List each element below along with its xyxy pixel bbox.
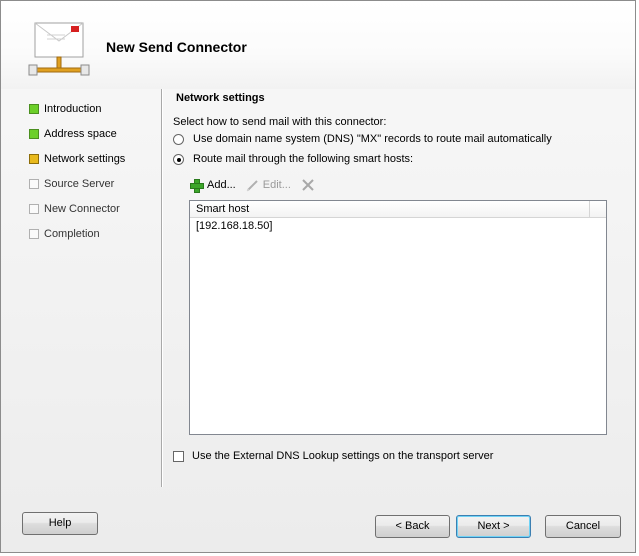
wizard-title: New Send Connector <box>106 39 247 55</box>
nav-item-label: Completion <box>44 227 100 240</box>
add-button-label: Add... <box>207 179 236 191</box>
external-dns-checkbox-label: Use the External DNS Lookup settings on … <box>192 450 494 462</box>
nav-item-new-connector[interactable]: New Connector <box>29 196 154 221</box>
step-complete-icon <box>29 128 39 139</box>
remove-button[interactable] <box>301 178 315 192</box>
next-button[interactable]: Next > <box>456 515 531 538</box>
column-header-smart-host[interactable]: Smart host <box>190 201 590 217</box>
step-pending-icon <box>29 203 39 214</box>
nav-item-introduction[interactable]: Introduction <box>29 96 154 121</box>
smart-host-list[interactable]: Smart host [192.168.18.50] <box>189 200 607 435</box>
dns-mx-radio-label: Use domain name system (DNS) "MX" record… <box>193 133 552 145</box>
mail-envelope-network-icon <box>28 22 90 76</box>
smart-host-toolbar: Add... Edit... <box>189 178 325 193</box>
nav-item-completion[interactable]: Completion <box>29 221 154 246</box>
smart-host-list-header: Smart host <box>190 201 606 218</box>
routing-prompt: Select how to send mail with this connec… <box>173 116 387 128</box>
section-title: Network settings <box>176 92 265 104</box>
nav-divider <box>161 89 163 487</box>
step-current-icon <box>29 153 39 164</box>
nav-item-label: Address space <box>44 127 117 140</box>
nav-item-label: Introduction <box>44 102 102 115</box>
delete-x-icon <box>302 179 314 191</box>
wizard-header: New Send Connector <box>1 1 635 89</box>
header-filler <box>590 201 606 217</box>
back-button[interactable]: < Back <box>375 515 450 538</box>
nav-item-address-space[interactable]: Address space <box>29 121 154 146</box>
pencil-icon <box>246 180 258 192</box>
add-plus-icon <box>189 178 204 193</box>
nav-item-label: New Connector <box>44 202 120 215</box>
step-pending-icon <box>29 228 39 239</box>
smart-host-radio-option[interactable]: Route mail through the following smart h… <box>173 153 413 165</box>
step-complete-icon <box>29 103 39 114</box>
list-item[interactable]: [192.168.18.50] <box>190 218 606 235</box>
wizard-dialog: New Send Connector Introduction Address … <box>0 0 636 553</box>
external-dns-checkbox[interactable] <box>173 450 184 462</box>
edit-button[interactable]: Edit... <box>246 178 291 192</box>
nav-item-network-settings[interactable]: Network settings <box>29 146 154 171</box>
dns-mx-radio[interactable] <box>173 133 184 145</box>
wizard-steps-nav: Introduction Address space Network setti… <box>29 96 154 246</box>
help-button[interactable]: Help <box>22 512 98 535</box>
smart-host-radio-label: Route mail through the following smart h… <box>193 153 414 165</box>
cancel-button[interactable]: Cancel <box>545 515 621 538</box>
dns-mx-radio-option[interactable]: Use domain name system (DNS) "MX" record… <box>173 133 552 145</box>
external-dns-option[interactable]: Use the External DNS Lookup settings on … <box>173 450 493 462</box>
edit-button-label: Edit... <box>262 179 291 191</box>
nav-item-label: Source Server <box>44 177 115 190</box>
smart-host-radio[interactable] <box>173 153 184 165</box>
add-button[interactable]: Add... <box>189 178 236 193</box>
step-pending-icon <box>29 178 39 189</box>
nav-item-source-server[interactable]: Source Server <box>29 171 154 196</box>
nav-item-label: Network settings <box>44 152 126 165</box>
